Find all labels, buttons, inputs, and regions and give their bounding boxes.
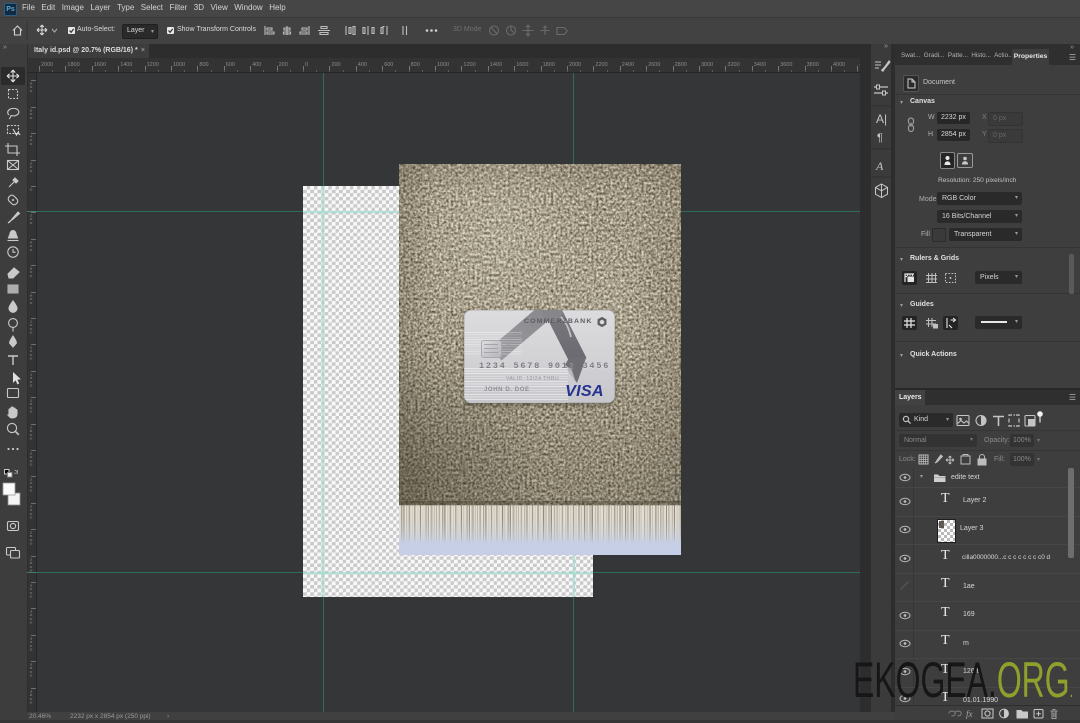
svg-text:A|: A| [876, 112, 887, 126]
svg-text:¶: ¶ [877, 132, 883, 144]
svg-text:A: A [875, 159, 884, 173]
